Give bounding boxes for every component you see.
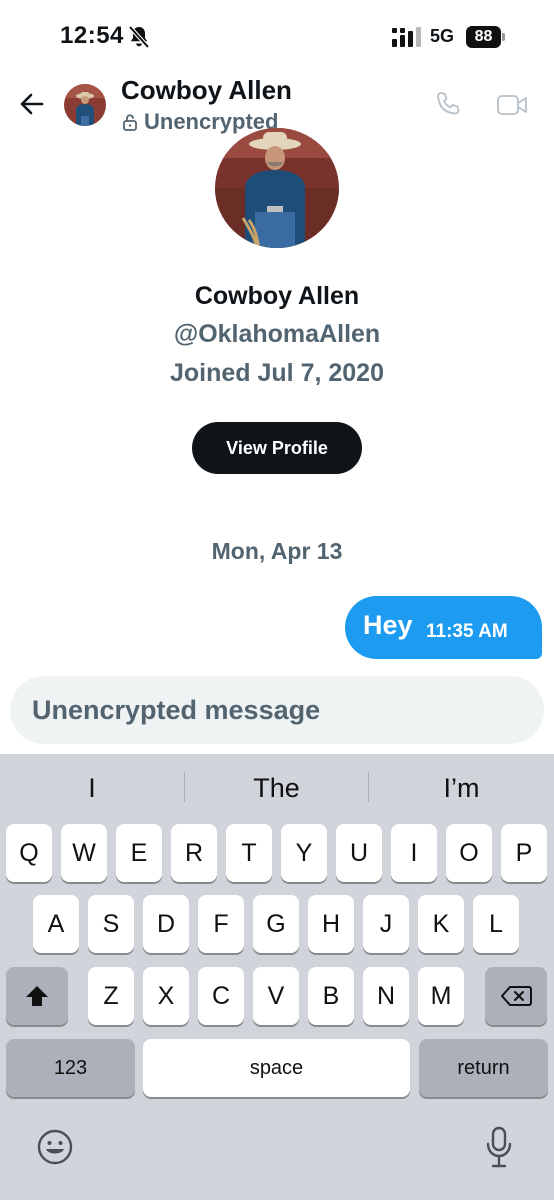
key-v[interactable]: V [253,967,299,1025]
header-avatar[interactable] [64,84,106,126]
key-z[interactable]: Z [88,967,134,1025]
phone-icon[interactable] [434,90,462,118]
key-t[interactable]: T [226,824,272,882]
key-y[interactable]: Y [281,824,327,882]
backspace-icon [501,986,532,1006]
network-type: 5G [430,26,455,46]
shift-key[interactable] [6,967,68,1025]
shift-icon [26,986,48,1006]
key-e[interactable]: E [116,824,162,882]
suggestion-2[interactable]: The [185,770,368,806]
header-contact-name[interactable]: Cowboy Allen [121,75,292,106]
keyboard: I The I’m Q W E R T Y U I O P A S D F G … [0,754,554,1200]
status-time: 12:54 [60,22,124,49]
key-j[interactable]: J [363,895,409,953]
bell-muted-icon [128,25,150,49]
battery-icon: 88 [466,26,506,48]
key-a[interactable]: A [33,895,79,953]
profile-avatar[interactable] [215,128,339,248]
key-p[interactable]: P [501,824,547,882]
numbers-key[interactable]: 123 [6,1039,135,1097]
key-f[interactable]: F [198,895,244,953]
date-separator: Mon, Apr 13 [211,538,343,564]
signal-icon [392,27,421,47]
key-d[interactable]: D [143,895,189,953]
key-u[interactable]: U [336,824,382,882]
key-m[interactable]: M [418,967,464,1025]
key-h[interactable]: H [308,895,354,953]
space-key[interactable]: space [143,1039,410,1097]
backspace-key[interactable] [485,967,547,1025]
key-l[interactable]: L [473,895,519,953]
return-key[interactable]: return [419,1039,548,1097]
status-bar: 12:54 5G 88 [0,0,554,72]
key-k[interactable]: K [418,895,464,953]
key-r[interactable]: R [171,824,217,882]
key-g[interactable]: G [253,895,299,953]
message-text: Hey [363,610,413,640]
key-x[interactable]: X [143,967,189,1025]
message-bubble-sent[interactable]: Hey 11:35 AM [345,596,542,659]
key-w[interactable]: W [61,824,107,882]
key-b[interactable]: B [308,967,354,1025]
view-profile-button[interactable]: View Profile [192,422,362,474]
suggestion-3[interactable]: I’m [369,770,554,806]
suggestion-1[interactable]: I [0,770,184,806]
microphone-icon[interactable] [484,1126,514,1168]
lock-open-icon [123,114,137,131]
profile-name: Cowboy Allen [194,282,360,310]
battery-level: 88 [466,26,501,48]
profile-joined-date: Joined Jul 7, 2020 [170,359,384,387]
key-q[interactable]: Q [6,824,52,882]
key-s[interactable]: S [88,895,134,953]
key-n[interactable]: N [363,967,409,1025]
video-camera-icon[interactable] [496,92,528,118]
key-o[interactable]: O [446,824,492,882]
key-c[interactable]: C [198,967,244,1025]
message-input[interactable] [32,676,532,744]
emoji-icon[interactable] [36,1128,74,1166]
back-arrow-icon[interactable] [18,90,46,118]
message-composer[interactable] [10,676,544,744]
profile-handle: @OklahomaAllen [173,320,381,348]
key-i[interactable]: I [391,824,437,882]
message-timestamp: 11:35 AM [426,621,508,642]
